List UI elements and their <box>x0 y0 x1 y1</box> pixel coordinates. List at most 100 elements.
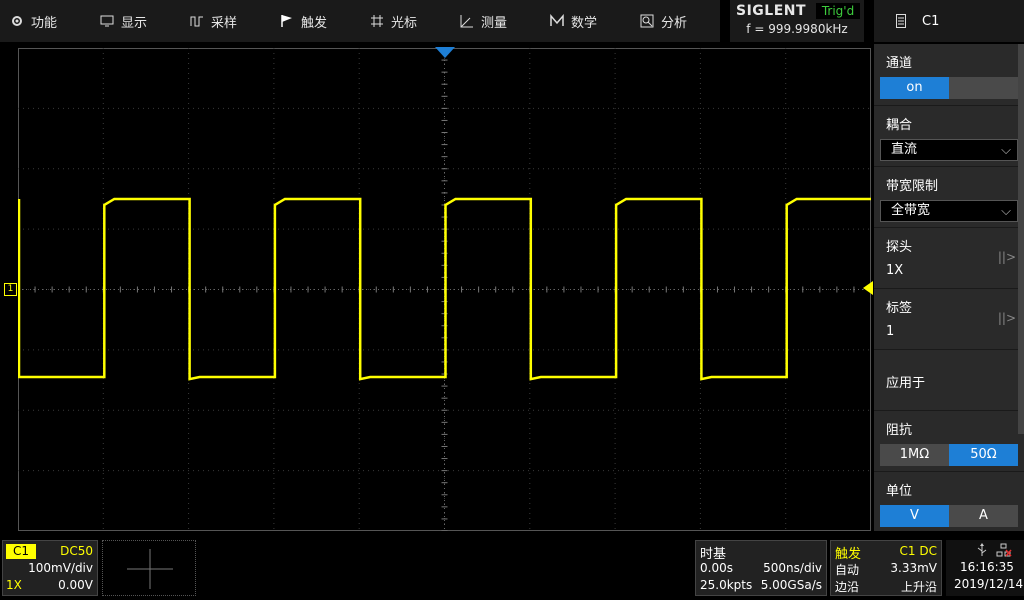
channel-label: 通道 <box>886 56 913 71</box>
clock-date: 2019/12/14 <box>954 577 1024 591</box>
brand-logo: SIGLENT <box>736 3 807 19</box>
bandwidth-value: 全带宽 <box>891 203 931 218</box>
channel-settings-panel: 通道 on 耦合 直流 ⌵ 带宽限制 全带宽 ⌵ 探头 1X ||> 标签 1 ||… <box>874 44 1024 531</box>
probe-value: 1X <box>886 263 904 278</box>
unit-toggle[interactable]: V A <box>880 505 1018 527</box>
menu-display-label: 显示 <box>121 15 148 31</box>
unit-label: 单位 <box>886 484 913 499</box>
sample-icon <box>190 16 203 27</box>
add-channel-slot[interactable] <box>102 540 196 596</box>
probe-label: 探头 <box>886 240 913 255</box>
menu-display[interactable]: 显示 <box>90 0 180 42</box>
menu-acquire[interactable]: 采样 <box>180 0 270 42</box>
impedance-50-option[interactable]: 50Ω <box>949 444 1018 466</box>
tag-label: 标签 <box>886 301 913 316</box>
panel-scrollbar[interactable] <box>1018 44 1024 434</box>
clock-area: 16:16:35 2019/12/14 <box>946 540 1024 596</box>
plus-icon <box>127 549 173 589</box>
unit-a-option[interactable]: A <box>949 505 1018 527</box>
gear-icon <box>12 16 22 26</box>
channel-toggle[interactable]: on <box>880 77 1018 99</box>
trigger-status: Trig'd <box>816 3 860 19</box>
network-disconnected-icon <box>996 543 1012 557</box>
cursor-icon <box>371 15 383 27</box>
usb-icon <box>977 543 987 556</box>
timebase-info[interactable]: 时基 0.00s 500ns/div 25.0kpts 5.00GSa/s <box>695 540 827 596</box>
memory-depth: 25.0kpts <box>700 578 753 592</box>
unit-section: 单位 V A <box>874 472 1024 531</box>
trigger-position-marker[interactable] <box>435 47 455 59</box>
tag-section[interactable]: 标签 1 ||> <box>874 289 1024 350</box>
trigger-title: 触发 <box>835 547 862 562</box>
menu-acquire-label: 采样 <box>211 15 238 31</box>
bandwidth-label: 带宽限制 <box>886 179 939 194</box>
channel-section: 通道 on <box>874 44 1024 106</box>
document-icon <box>896 14 906 28</box>
clock-time: 16:16:35 <box>960 560 1014 574</box>
channel1-offset-marker[interactable]: 1 <box>4 283 17 296</box>
flag-icon <box>281 15 292 27</box>
menu-math-label: 数学 <box>571 15 598 31</box>
menu-analysis-label: 分析 <box>661 15 688 31</box>
channel1-trace <box>18 197 871 381</box>
menu-function-label: 功能 <box>31 15 58 31</box>
trigger-level-marker[interactable] <box>863 281 873 295</box>
coupling-value: 直流 <box>891 142 918 157</box>
apply-section[interactable]: 应用于 <box>874 350 1024 411</box>
trigger-slope: 上升沿 <box>900 580 937 594</box>
menu-trigger[interactable]: 触发 <box>270 0 360 42</box>
timebase-title: 时基 <box>700 547 727 562</box>
impedance-label: 阻抗 <box>886 423 913 438</box>
math-icon <box>550 14 564 26</box>
submenu-arrow-icon: ||> <box>997 250 1016 264</box>
menu-math[interactable]: 数学 <box>540 0 630 42</box>
timebase-delay: 0.00s <box>700 561 733 575</box>
trigger-info[interactable]: 触发 C1 DC 自动 3.33mV 边沿 上升沿 <box>830 540 942 596</box>
analysis-icon <box>640 14 654 28</box>
menu-function[interactable]: 功能 <box>0 0 90 42</box>
panel-header[interactable]: C1 <box>874 0 1024 42</box>
channel-on-option[interactable]: on <box>880 77 949 99</box>
menu-measure-label: 测量 <box>481 15 508 31</box>
menu-bar: 功能 显示 采样 触发 光标 测量 数学 分析 <box>0 0 720 42</box>
panel-title: C1 <box>922 13 940 29</box>
chevron-down-icon: ⌵ <box>1001 143 1011 158</box>
status-area: SIGLENT Trig'd f = 999.9980kHz <box>730 0 864 42</box>
impedance-section: 阻抗 1MΩ 50Ω <box>874 411 1024 472</box>
ruler-icon <box>460 15 473 28</box>
coupling-section: 耦合 直流 ⌵ <box>874 106 1024 167</box>
trigger-mode: 自动 <box>835 563 860 577</box>
unit-v-option[interactable]: V <box>880 505 949 527</box>
channel1-offset: 0.00V <box>58 578 93 592</box>
channel-off-option[interactable] <box>949 77 1018 99</box>
trigger-source: C1 DC <box>899 544 937 558</box>
channel1-info[interactable]: C1 DC50 100mV/div 1X 0.00V <box>2 540 98 596</box>
frequency-counter: f = 999.9980kHz <box>746 22 848 36</box>
bandwidth-section: 带宽限制 全带宽 ⌵ <box>874 167 1024 228</box>
menu-measure[interactable]: 测量 <box>450 0 540 42</box>
menu-trigger-label: 触发 <box>301 15 328 31</box>
channel1-scale: 100mV/div <box>28 561 93 575</box>
channel1-badge: C1 <box>6 544 36 559</box>
menu-analysis[interactable]: 分析 <box>630 0 720 42</box>
impedance-toggle[interactable]: 1MΩ 50Ω <box>880 444 1018 466</box>
bandwidth-select[interactable]: 全带宽 ⌵ <box>880 200 1018 222</box>
coupling-label: 耦合 <box>886 118 913 133</box>
waveform-display[interactable] <box>18 48 871 531</box>
trigger-level: 3.33mV <box>890 561 937 575</box>
tag-value: 1 <box>886 324 895 339</box>
submenu-arrow-icon: ||> <box>997 311 1016 325</box>
monitor-icon <box>100 15 114 27</box>
menu-cursor-label: 光标 <box>391 15 418 31</box>
coupling-select[interactable]: 直流 ⌵ <box>880 139 1018 161</box>
channel1-probe: 1X <box>6 578 22 592</box>
chevron-down-icon: ⌵ <box>1001 204 1011 219</box>
menu-cursor[interactable]: 光标 <box>360 0 450 42</box>
trigger-type: 边沿 <box>835 580 860 594</box>
impedance-1m-option[interactable]: 1MΩ <box>880 444 949 466</box>
timebase-scale: 500ns/div <box>763 561 822 575</box>
probe-section[interactable]: 探头 1X ||> <box>874 228 1024 289</box>
sample-rate: 5.00GSa/s <box>760 578 822 592</box>
apply-label: 应用于 <box>886 376 926 391</box>
channel1-coupling: DC50 <box>60 544 93 558</box>
